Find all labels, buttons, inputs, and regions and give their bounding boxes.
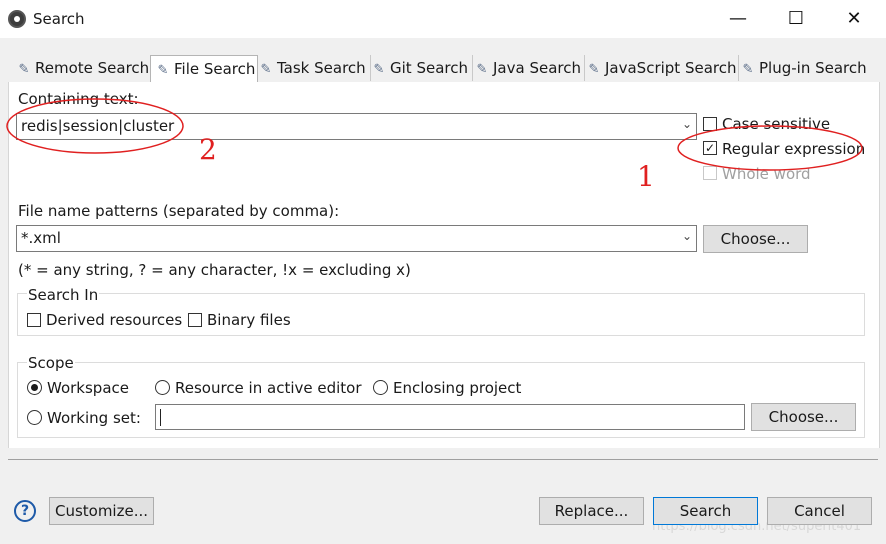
annotation-overlay [6, 98, 863, 171]
annotation-number-2: 2 [199, 133, 217, 166]
annotation-number-1: 1 [637, 160, 655, 193]
annotation-ellipse-containing-text [6, 98, 184, 154]
annotation-ellipse-regex [677, 125, 863, 171]
